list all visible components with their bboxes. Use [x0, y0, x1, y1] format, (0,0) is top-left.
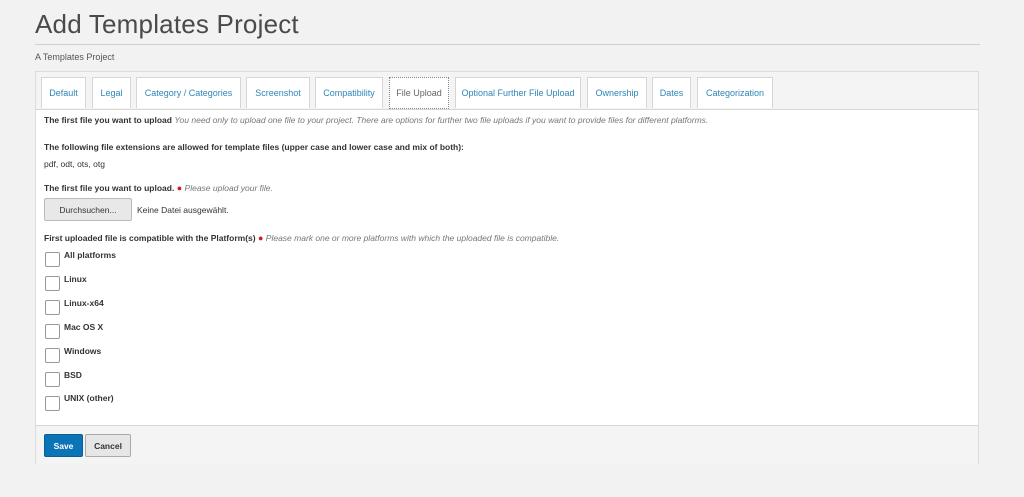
platform-hint: Please mark one or more platforms with w… [265, 233, 560, 243]
tab-file-upload[interactable]: File Upload [389, 77, 449, 109]
checkbox-label-linux-x64: Linux-x64 [64, 298, 104, 308]
checkbox-bsd[interactable] [45, 372, 60, 387]
checkbox-linux-x64[interactable] [45, 300, 60, 315]
tab-compatibility[interactable]: Compatibility [315, 77, 383, 108]
checkbox-label-all-platforms: All platforms [64, 250, 116, 260]
page-subtitle: A Templates Project [35, 52, 115, 62]
title-divider [35, 44, 980, 45]
tab-optional-file-upload[interactable]: Optional Further File Upload [455, 77, 581, 108]
tab-dates[interactable]: Dates [652, 77, 691, 108]
form-panel: Default Legal Category / Categories Scre… [35, 71, 979, 464]
checkbox-label-bsd: BSD [64, 370, 82, 380]
checkbox-windows[interactable] [45, 348, 60, 363]
platform-label-line: First uploaded file is compatible with t… [44, 233, 559, 243]
checkbox-label-linux: Linux [64, 274, 87, 284]
page-title: Add Templates Project [35, 9, 299, 39]
checkbox-label-unix-other: UNIX (other) [64, 393, 114, 403]
intro-heading: The first file you want to upload [44, 115, 172, 125]
upload-hint: Please upload your file. [184, 183, 273, 193]
required-marker: ● [257, 233, 264, 243]
upload-label-line: The first file you want to upload. ● Ple… [44, 183, 273, 193]
checkbox-linux[interactable] [45, 276, 60, 291]
extensions-list: pdf, odt, ots, otg [44, 159, 105, 169]
tab-default[interactable]: Default [41, 77, 86, 108]
checkbox-unix-other[interactable] [45, 396, 60, 411]
tab-bar: Default Legal Category / Categories Scre… [36, 72, 978, 110]
no-file-selected-text: Keine Datei ausgewählt. [137, 205, 229, 215]
checkbox-label-windows: Windows [64, 346, 102, 356]
tab-categorization[interactable]: Categorization [697, 77, 773, 108]
upload-label: The first file you want to upload. [44, 183, 175, 193]
save-button[interactable]: Save [44, 434, 83, 457]
required-marker: ● [176, 183, 183, 193]
intro-note: You need only to upload one file to your… [174, 115, 709, 125]
intro-line: The first file you want to upload You ne… [44, 115, 708, 125]
cancel-button[interactable]: Cancel [85, 434, 131, 457]
tab-ownership[interactable]: Ownership [587, 77, 647, 108]
tab-legal[interactable]: Legal [92, 77, 131, 108]
tab-screenshot[interactable]: Screenshot [246, 77, 310, 108]
form-footer: Save Cancel [36, 426, 978, 464]
checkbox-label-mac-os-x: Mac OS X [64, 322, 104, 332]
platform-label: First uploaded file is compatible with t… [44, 233, 256, 243]
checkbox-mac-os-x[interactable] [45, 324, 60, 339]
checkbox-all-platforms[interactable] [45, 252, 60, 267]
extensions-heading: The following file extensions are allowe… [44, 142, 464, 152]
tab-category[interactable]: Category / Categories [136, 77, 241, 108]
browse-file-button[interactable]: Durchsuchen... [44, 198, 132, 221]
